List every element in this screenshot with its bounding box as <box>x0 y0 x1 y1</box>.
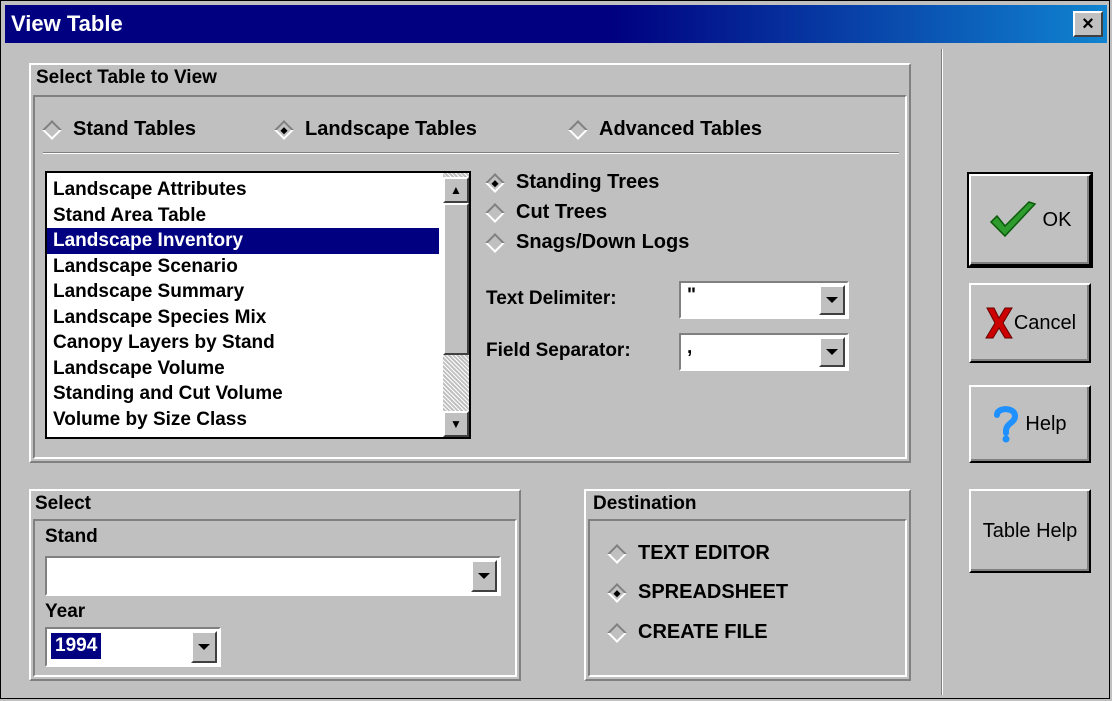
radio-standing-trees-label: Standing Trees <box>516 171 660 193</box>
radio-indicator <box>42 119 62 140</box>
radio-snags-label: Snags/Down Logs <box>516 231 690 253</box>
radio-indicator <box>485 232 505 253</box>
radio-standing-trees[interactable]: Standing Trees <box>485 171 660 194</box>
radio-cut-trees[interactable]: Cut Trees <box>485 201 608 224</box>
destination-title: Destination <box>593 493 697 514</box>
field-separator-value: , <box>687 337 693 358</box>
radio-stand-tables-label: Stand Tables <box>73 118 196 140</box>
field-separator-label: Field Separator: <box>486 340 631 361</box>
chevron-down-icon[interactable] <box>191 631 217 663</box>
close-button[interactable]: × <box>1073 11 1103 37</box>
chevron-down-icon[interactable] <box>471 560 497 592</box>
checkmark-icon <box>989 201 1036 238</box>
radio-advanced-tables[interactable]: Advanced Tables <box>568 118 763 141</box>
radio-cut-trees-label: Cut Trees <box>516 201 608 223</box>
text-delimiter-select[interactable]: " <box>679 281 849 319</box>
list-item[interactable]: Canopy Layers by Stand <box>47 330 469 356</box>
radio-indicator <box>274 119 294 140</box>
table-help-button[interactable]: Table Help <box>969 489 1091 573</box>
table-listbox[interactable]: Landscape Attributes Stand Area Table La… <box>45 171 471 439</box>
chevron-down-icon[interactable] <box>819 285 845 315</box>
help-label: Help <box>1025 412 1067 435</box>
radio-spreadsheet-label: SPREADSHEET <box>638 581 789 603</box>
radio-indicator <box>607 622 627 643</box>
year-label: Year <box>45 601 86 622</box>
select-table-title: Select Table to View <box>36 67 217 88</box>
radio-stand-tables[interactable]: Stand Tables <box>42 118 196 141</box>
list-scrollbar[interactable]: ▲ ▼ <box>443 173 469 437</box>
view-table-dialog: View Table × Select Table to View Stand … <box>0 0 1110 699</box>
stand-label: Stand <box>45 526 98 547</box>
cancel-label: Cancel <box>1013 311 1077 334</box>
table-help-label: Table Help <box>982 519 1078 542</box>
list-item-selected[interactable]: Landscape Inventory <box>47 228 439 254</box>
list-item[interactable]: Volume by Size Class <box>47 407 469 433</box>
list-item[interactable]: Landscape Attributes <box>47 177 469 203</box>
year-select[interactable]: 1994 <box>45 627 221 667</box>
radio-advanced-tables-label: Advanced Tables <box>599 118 763 140</box>
x-mark-icon <box>984 307 1013 339</box>
text-delimiter-label: Text Delimiter: <box>486 288 617 309</box>
radio-text-editor-label: TEXT EDITOR <box>638 542 770 564</box>
list-item[interactable]: Landscape Species Mix <box>47 305 469 331</box>
stand-select[interactable] <box>45 556 501 596</box>
window-title: View Table <box>11 11 123 36</box>
field-separator-select[interactable]: , <box>679 333 849 371</box>
question-mark-icon <box>994 406 1019 443</box>
list-item[interactable]: Landscape Volume <box>47 356 469 382</box>
radio-text-editor[interactable]: TEXT EDITOR <box>607 542 770 565</box>
radio-landscape-tables-label: Landscape Tables <box>305 118 477 140</box>
radio-spreadsheet[interactable]: SPREADSHEET <box>607 581 789 604</box>
ok-label: OK <box>1042 208 1072 231</box>
radio-landscape-tables[interactable]: Landscape Tables <box>274 118 477 141</box>
radio-create-file-label: CREATE FILE <box>638 621 768 643</box>
list-item[interactable]: Standing and Cut Volume <box>47 381 469 407</box>
radio-indicator <box>568 119 588 140</box>
radio-indicator <box>485 172 505 193</box>
cancel-button[interactable]: Cancel <box>969 283 1091 363</box>
select-title: Select <box>35 493 91 514</box>
radio-indicator <box>607 543 627 564</box>
scroll-down-button[interactable]: ▼ <box>443 411 469 437</box>
list-item[interactable]: Landscape Summary <box>47 279 469 305</box>
list-item[interactable]: Stand Area Table <box>47 203 469 229</box>
chevron-down-icon[interactable] <box>819 337 845 367</box>
year-value: 1994 <box>49 632 103 660</box>
help-button[interactable]: Help <box>969 385 1091 463</box>
button-column-divider <box>941 49 943 695</box>
radio-indicator <box>485 202 505 223</box>
scroll-thumb[interactable] <box>443 203 469 355</box>
radio-snags-down-logs[interactable]: Snags/Down Logs <box>485 231 690 254</box>
title-bar[interactable]: View Table × <box>5 5 1107 43</box>
text-delimiter-value: " <box>687 285 697 306</box>
ok-button[interactable]: OK <box>967 172 1093 268</box>
category-separator <box>43 152 899 154</box>
radio-indicator <box>607 582 627 603</box>
radio-create-file[interactable]: CREATE FILE <box>607 621 768 644</box>
list-item[interactable]: Landscape Scenario <box>47 254 469 280</box>
scroll-up-button[interactable]: ▲ <box>443 177 469 203</box>
